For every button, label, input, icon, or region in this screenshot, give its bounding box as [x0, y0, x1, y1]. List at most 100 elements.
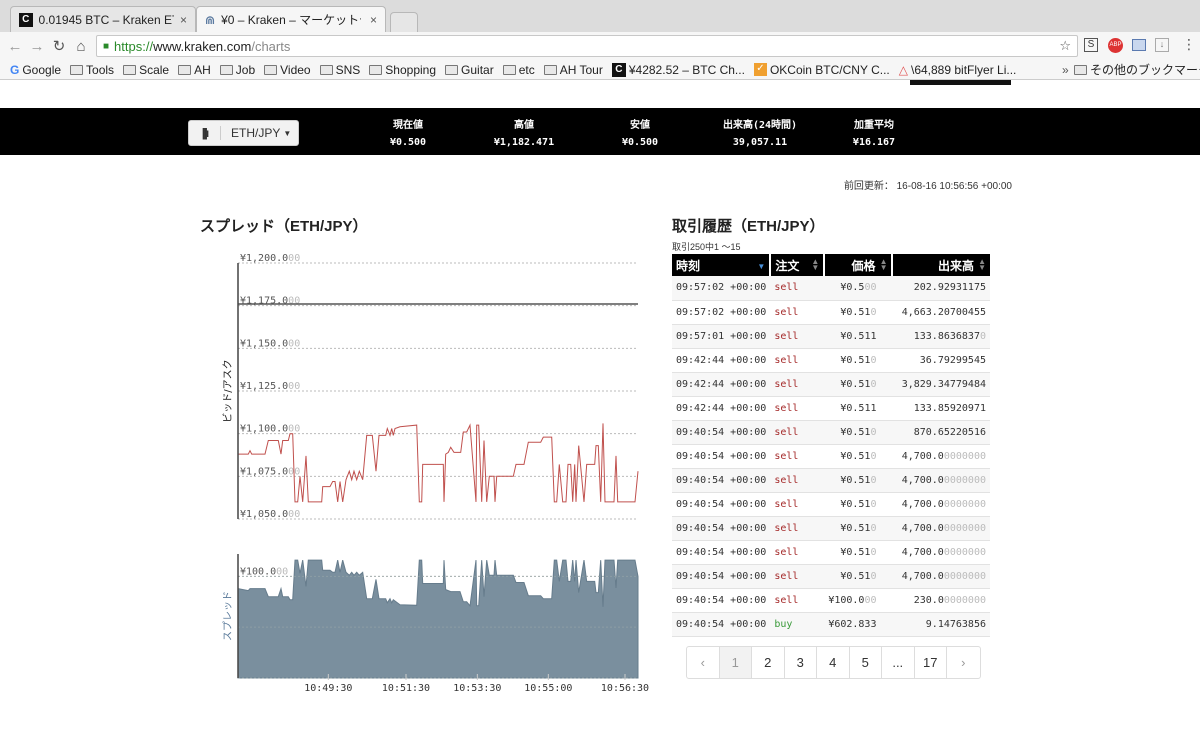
- folder-icon: [369, 64, 383, 75]
- bookmark-label: ¥4282.52 – BTC Ch...: [628, 62, 745, 77]
- trade-volume: 870.65220516: [892, 420, 990, 445]
- trade-volume: 4,700.00000000: [892, 468, 990, 493]
- page-17[interactable]: 17: [915, 647, 947, 678]
- other-bookmarks[interactable]: その他のブックマーク: [1074, 61, 1200, 78]
- trade-order: buy: [770, 612, 825, 637]
- url-scheme: https://: [114, 38, 154, 54]
- coinigy-icon: C: [611, 62, 626, 77]
- bookmark-label: SNS: [335, 62, 361, 77]
- tab-kraken-eth-btc[interactable]: C 0.01945 BTC – Kraken ETH/BT ×: [10, 6, 196, 32]
- col-time[interactable]: 時刻 ▼: [672, 254, 772, 276]
- trade-volume: 36.79299545: [892, 348, 990, 373]
- more-bookmarks-icon[interactable]: »: [1062, 63, 1069, 77]
- x-tick-label: 10:56:30: [601, 683, 649, 694]
- download-icon[interactable]: ↓: [1155, 38, 1169, 52]
- tab-kraken-market-data[interactable]: ⋒ ¥0 – Kraken – マーケットデー ×: [196, 6, 386, 32]
- close-tab-icon[interactable]: ×: [180, 13, 187, 27]
- bookmark-item[interactable]: Job: [219, 63, 255, 77]
- y-tick-label: ¥1,150.000: [240, 338, 300, 349]
- okcoin-icon: ✓: [753, 63, 767, 76]
- bid-ask-spread-charts: ¥1,200.000 ¥1,175.000 ¥1,150.000 ¥1,125.000…: [222, 253, 649, 694]
- trade-price: ¥0.510: [824, 492, 893, 517]
- bookmark-item[interactable]: AH: [178, 63, 211, 77]
- address-bar[interactable]: ■ https:// www.kraken.com /charts ☆: [96, 35, 1078, 57]
- bookmark-item[interactable]: Shopping: [369, 63, 436, 77]
- folder-icon: [123, 64, 137, 75]
- bookmark-item[interactable]: G Google: [10, 63, 61, 77]
- folder-icon: [1074, 64, 1087, 75]
- trade-volume: 4,663.20700455: [892, 300, 990, 325]
- trade-volume: 4,700.00000000: [892, 444, 990, 469]
- y-tick-label: ¥1,200.000: [240, 253, 300, 264]
- page-3[interactable]: 3: [785, 647, 817, 678]
- col-volume[interactable]: 出来高 ▲ ▼: [892, 254, 990, 276]
- page-ellipsis: ...: [882, 647, 915, 678]
- table-row: 09:40:54 +00:00 sell ¥0.510 4,700.000000…: [672, 444, 990, 469]
- bookmark-item[interactable]: Video: [264, 63, 311, 77]
- bookmark-item[interactable]: Tools: [70, 63, 114, 77]
- reload-icon[interactable]: ↻: [48, 37, 70, 55]
- trade-order: sell: [770, 516, 825, 541]
- bookmark-label: \64,889 bitFlyer Li...: [910, 62, 1017, 77]
- trade-order: sell: [770, 588, 825, 613]
- caret-down-icon: ▼: [283, 128, 292, 138]
- page-next[interactable]: ›: [947, 647, 980, 678]
- trade-volume: 4,700.00000000: [892, 540, 990, 565]
- adblock-icon[interactable]: ABP: [1108, 38, 1123, 53]
- kraken-favicon-icon: ⋒: [205, 12, 216, 27]
- bookmark-item[interactable]: C ¥4282.52 – BTC Ch...: [611, 62, 745, 77]
- bookmark-item[interactable]: Scale: [123, 63, 169, 77]
- bid-line: [238, 423, 639, 503]
- sort-icon: ▲ ▼: [978, 257, 986, 272]
- page-1[interactable]: 1: [719, 647, 752, 678]
- trade-order: sell: [770, 564, 825, 589]
- trade-history-table: 時刻 ▼ 注文 ▲ ▼ 価格 ▲ ▼ 出来高 ▲ ▼ 09:57:02 +00:00 sell…: [672, 254, 990, 637]
- pagination: ‹ 1 2 3 4 5... 17 ›: [686, 646, 981, 679]
- page-prev[interactable]: ‹: [687, 647, 720, 678]
- col-price[interactable]: 価格 ▲ ▼: [824, 254, 894, 276]
- stat-high: 高値 ¥1,182.471: [493, 120, 555, 148]
- table-row: 09:57:01 +00:00 sell ¥0.511 133.86368370: [672, 324, 990, 349]
- x-tick-label: 10:49:30: [304, 683, 352, 694]
- forward-icon[interactable]: →: [26, 38, 48, 55]
- bookmark-item[interactable]: △ \64,889 bitFlyer Li...: [899, 63, 1017, 77]
- bookmark-item[interactable]: ✓ OKCoin BTC/CNY C...: [753, 63, 890, 77]
- col-order[interactable]: 注文 ▲ ▼: [770, 254, 826, 276]
- trade-price: ¥0.510: [824, 516, 893, 541]
- table-header-row: 時刻 ▼ 注文 ▲ ▼ 価格 ▲ ▼ 出来高 ▲ ▼: [672, 254, 990, 276]
- trade-order: sell: [770, 300, 825, 325]
- trade-volume: 4,700.00000000: [892, 516, 990, 541]
- x-tick-label: 10:51:30: [382, 683, 430, 694]
- table-row: 09:42:44 +00:00 sell ¥0.511 133.85920971: [672, 396, 990, 421]
- lock-icon: ■: [103, 40, 110, 52]
- stat-low: 安値 ¥0.500: [621, 120, 659, 148]
- stat-last: 現在値 ¥0.500: [389, 120, 427, 148]
- bookmark-label: etc: [518, 62, 535, 77]
- page-4[interactable]: 4: [817, 647, 850, 678]
- bookmark-item[interactable]: Guitar: [445, 63, 494, 77]
- trade-price: ¥0.511: [824, 396, 893, 421]
- x-tick-label: 10:53:30: [453, 683, 501, 694]
- extension-s-icon[interactable]: S: [1084, 38, 1098, 52]
- bookmark-item[interactable]: SNS: [319, 62, 361, 77]
- close-tab-icon[interactable]: ×: [370, 13, 377, 27]
- page-2[interactable]: 2: [752, 647, 785, 678]
- bookmark-item[interactable]: etc: [502, 62, 535, 77]
- bookmark-item[interactable]: AH Tour: [543, 63, 603, 77]
- menu-icon[interactable]: ⋮: [1182, 36, 1196, 53]
- home-icon[interactable]: ⌂: [70, 38, 92, 55]
- trade-time: 09:42:44 +00:00: [672, 348, 771, 373]
- table-row: 09:40:54 +00:00 sell ¥0.510 4,700.000000…: [672, 516, 990, 541]
- folder-icon: [219, 64, 233, 75]
- trade-time: 09:40:54 +00:00: [672, 588, 771, 613]
- pair-label: ETH/JPY: [231, 126, 281, 140]
- extension-grid-icon[interactable]: [1132, 39, 1146, 51]
- page-5[interactable]: 5: [850, 647, 882, 678]
- bookmark-star-icon[interactable]: ☆: [1059, 38, 1071, 54]
- trade-time: 09:40:54 +00:00: [672, 492, 771, 517]
- new-tab-button[interactable]: [390, 12, 418, 32]
- trades-title: 取引履歴（ETH/JPY）: [672, 218, 825, 235]
- pair-selector-button[interactable]: |||ı ETH/JPY ▼: [188, 120, 299, 146]
- trade-order: sell: [770, 324, 825, 349]
- back-icon[interactable]: ←: [4, 38, 26, 55]
